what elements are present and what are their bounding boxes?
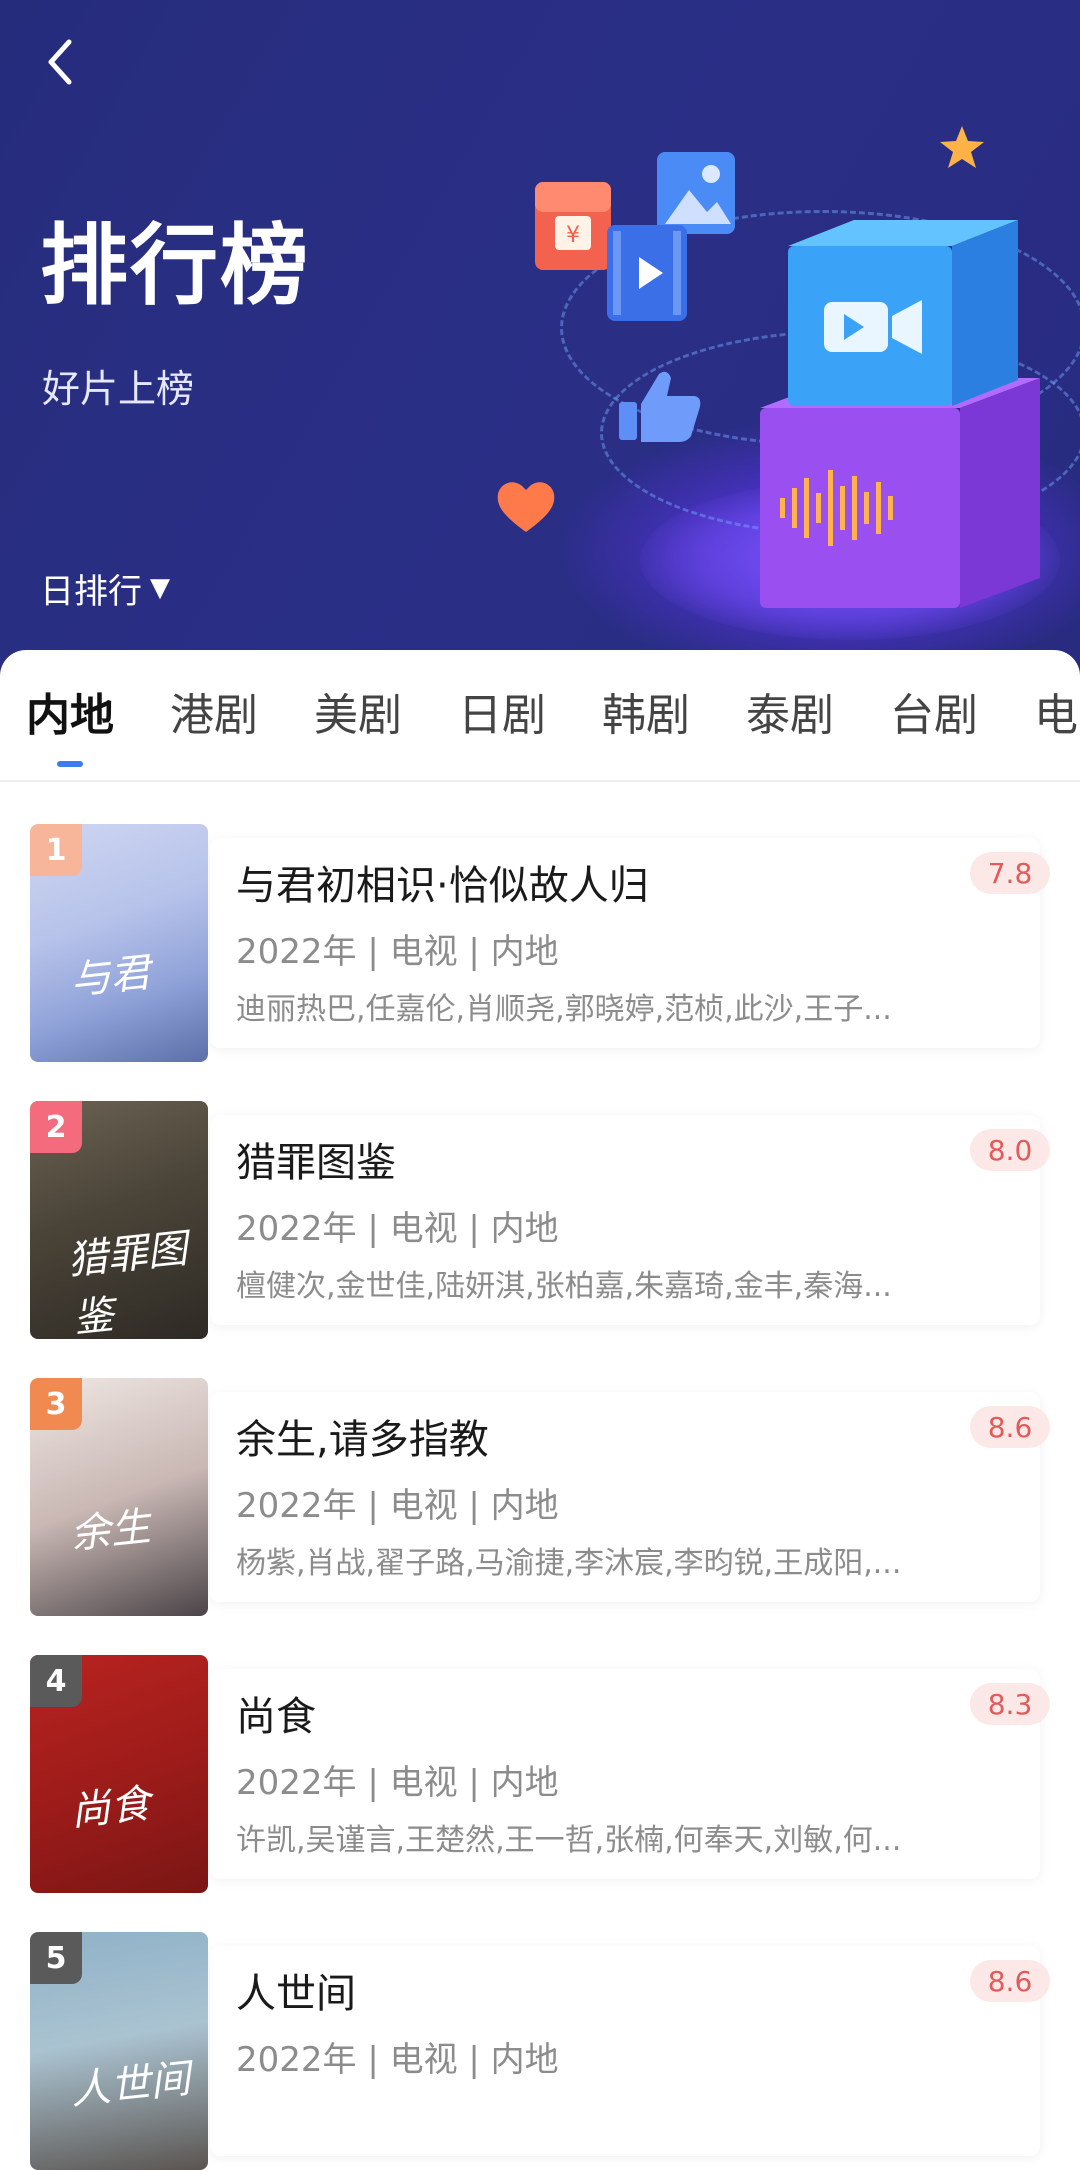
star-icon bbox=[938, 124, 986, 172]
caret-down-icon: ▼ bbox=[150, 573, 170, 603]
hero-banner: ¥ 排行榜 好片上榜 日排行 ▼ bbox=[0, 0, 1080, 700]
score-badge: 8.6 bbox=[970, 1960, 1050, 2002]
list-item[interactable]: 人世间 5 人世间 2022年 | 电视 | 内地 8.6 bbox=[30, 1932, 1050, 2170]
tab-kr[interactable]: 韩剧 bbox=[602, 690, 690, 743]
score-badge: 8.6 bbox=[970, 1406, 1050, 1448]
red-envelope-icon: ¥ bbox=[533, 178, 613, 274]
poster-artwork-title: 与君 bbox=[68, 949, 153, 1005]
tab-label: 内地 bbox=[26, 690, 114, 741]
item-title: 余生,请多指教 bbox=[236, 1417, 489, 1463]
play-video-icon bbox=[605, 223, 689, 323]
active-tab-indicator bbox=[57, 760, 83, 767]
tab-label: 台剧 bbox=[890, 690, 978, 741]
svg-text:¥: ¥ bbox=[566, 223, 580, 248]
item-title: 尚食 bbox=[236, 1694, 316, 1740]
list-item[interactable]: 猎罪图鉴 2 猎罪图鉴 2022年 | 电视 | 内地檀健次,金世佳,陆妍淇,张柏嘉,… bbox=[30, 1101, 1050, 1339]
video-camera-box-icon bbox=[788, 220, 1018, 406]
rank-badge: 4 bbox=[30, 1655, 82, 1707]
rank-period-label: 日排行 bbox=[40, 571, 142, 612]
item-cast: 迪丽热巴,任嘉伦,肖顺尧,郭晓婷,范桢,此沙,王子... bbox=[236, 992, 892, 1027]
audio-box-icon bbox=[760, 378, 1040, 608]
poster-image[interactable]: 余生 3 bbox=[30, 1378, 208, 1616]
tab-label: 电影 bbox=[1034, 690, 1080, 741]
item-title: 与君初相识·恰似故人归 bbox=[236, 863, 649, 909]
score-badge: 8.0 bbox=[970, 1129, 1050, 1171]
item-cast: 许凯,吴谨言,王楚然,王一哲,张楠,何奉天,刘敏,何... bbox=[236, 1823, 902, 1858]
item-title: 猎罪图鉴 bbox=[236, 1140, 396, 1186]
tab-th[interactable]: 泰剧 bbox=[746, 690, 834, 743]
item-cast: 杨紫,肖战,翟子路,马渝捷,李沐宸,李昀锐,王成阳,... bbox=[236, 1546, 902, 1581]
tab-movie[interactable]: 电影 bbox=[1034, 690, 1080, 743]
poster-artwork-title: 余生 bbox=[68, 1503, 153, 1559]
rank-badge: 3 bbox=[30, 1378, 82, 1430]
item-meta: 2022年 | 电视 | 内地 bbox=[236, 1763, 559, 1803]
item-meta: 2022年 | 电视 | 内地 bbox=[236, 932, 559, 972]
page-subtitle: 好片上榜 bbox=[42, 367, 195, 411]
score-badge: 8.3 bbox=[970, 1683, 1050, 1725]
thumbs-up-icon bbox=[615, 366, 705, 446]
tab-label: 韩剧 bbox=[602, 690, 690, 741]
tab-label: 美剧 bbox=[314, 690, 402, 741]
tab-mainland[interactable]: 内地 bbox=[26, 690, 114, 767]
chevron-left-icon bbox=[48, 39, 72, 85]
list-item[interactable]: 余生 3 余生,请多指教 2022年 | 电视 | 内地杨紫,肖战,翟子路,马渝捷,李… bbox=[30, 1378, 1050, 1616]
tab-label: 港剧 bbox=[170, 690, 258, 741]
score-badge: 7.8 bbox=[970, 852, 1050, 894]
category-tabs: 内地 港剧 美剧 日剧 韩剧 泰剧 台剧 电影 bbox=[0, 650, 1080, 782]
item-meta: 2022年 | 电视 | 内地 bbox=[236, 1209, 559, 1249]
tab-hk[interactable]: 港剧 bbox=[170, 690, 258, 743]
poster-image[interactable]: 尚食 4 bbox=[30, 1655, 208, 1893]
tab-label: 泰剧 bbox=[746, 690, 834, 741]
tab-label: 日剧 bbox=[458, 690, 546, 741]
page-title: 排行榜 bbox=[40, 214, 311, 317]
rank-badge: 2 bbox=[30, 1101, 82, 1153]
poster-artwork-title: 猎罪图鉴 bbox=[65, 1225, 190, 1339]
rank-period-dropdown[interactable]: 日排行 ▼ bbox=[40, 566, 170, 612]
tab-us[interactable]: 美剧 bbox=[314, 690, 402, 743]
rank-badge: 1 bbox=[30, 824, 82, 876]
list-item[interactable]: 与君 1 与君初相识·恰似故人归 2022年 | 电视 | 内地迪丽热巴,任嘉伦,肖顺… bbox=[30, 824, 1050, 1062]
rank-badge: 5 bbox=[30, 1932, 82, 1984]
poster-image[interactable]: 人世间 5 bbox=[30, 1932, 208, 2170]
poster-artwork-title: 尚食 bbox=[68, 1780, 153, 1836]
item-meta: 2022年 | 电视 | 内地 bbox=[236, 2040, 559, 2080]
back-button[interactable] bbox=[30, 32, 90, 92]
item-title: 人世间 bbox=[236, 1971, 356, 2017]
tab-jp[interactable]: 日剧 bbox=[458, 690, 546, 743]
item-cast: 檀健次,金世佳,陆妍淇,张柏嘉,朱嘉琦,金丰,秦海... bbox=[236, 1269, 892, 1304]
poster-artwork-title: 人世间 bbox=[68, 2055, 193, 2115]
list-item[interactable]: 尚食 4 尚食 2022年 | 电视 | 内地许凯,吴谨言,王楚然,王一哲,张楠,何奉… bbox=[30, 1655, 1050, 1893]
heart-icon bbox=[494, 478, 558, 536]
poster-image[interactable]: 与君 1 bbox=[30, 824, 208, 1062]
tab-tw[interactable]: 台剧 bbox=[890, 690, 978, 743]
poster-image[interactable]: 猎罪图鉴 2 bbox=[30, 1101, 208, 1339]
item-meta: 2022年 | 电视 | 内地 bbox=[236, 1486, 559, 1526]
